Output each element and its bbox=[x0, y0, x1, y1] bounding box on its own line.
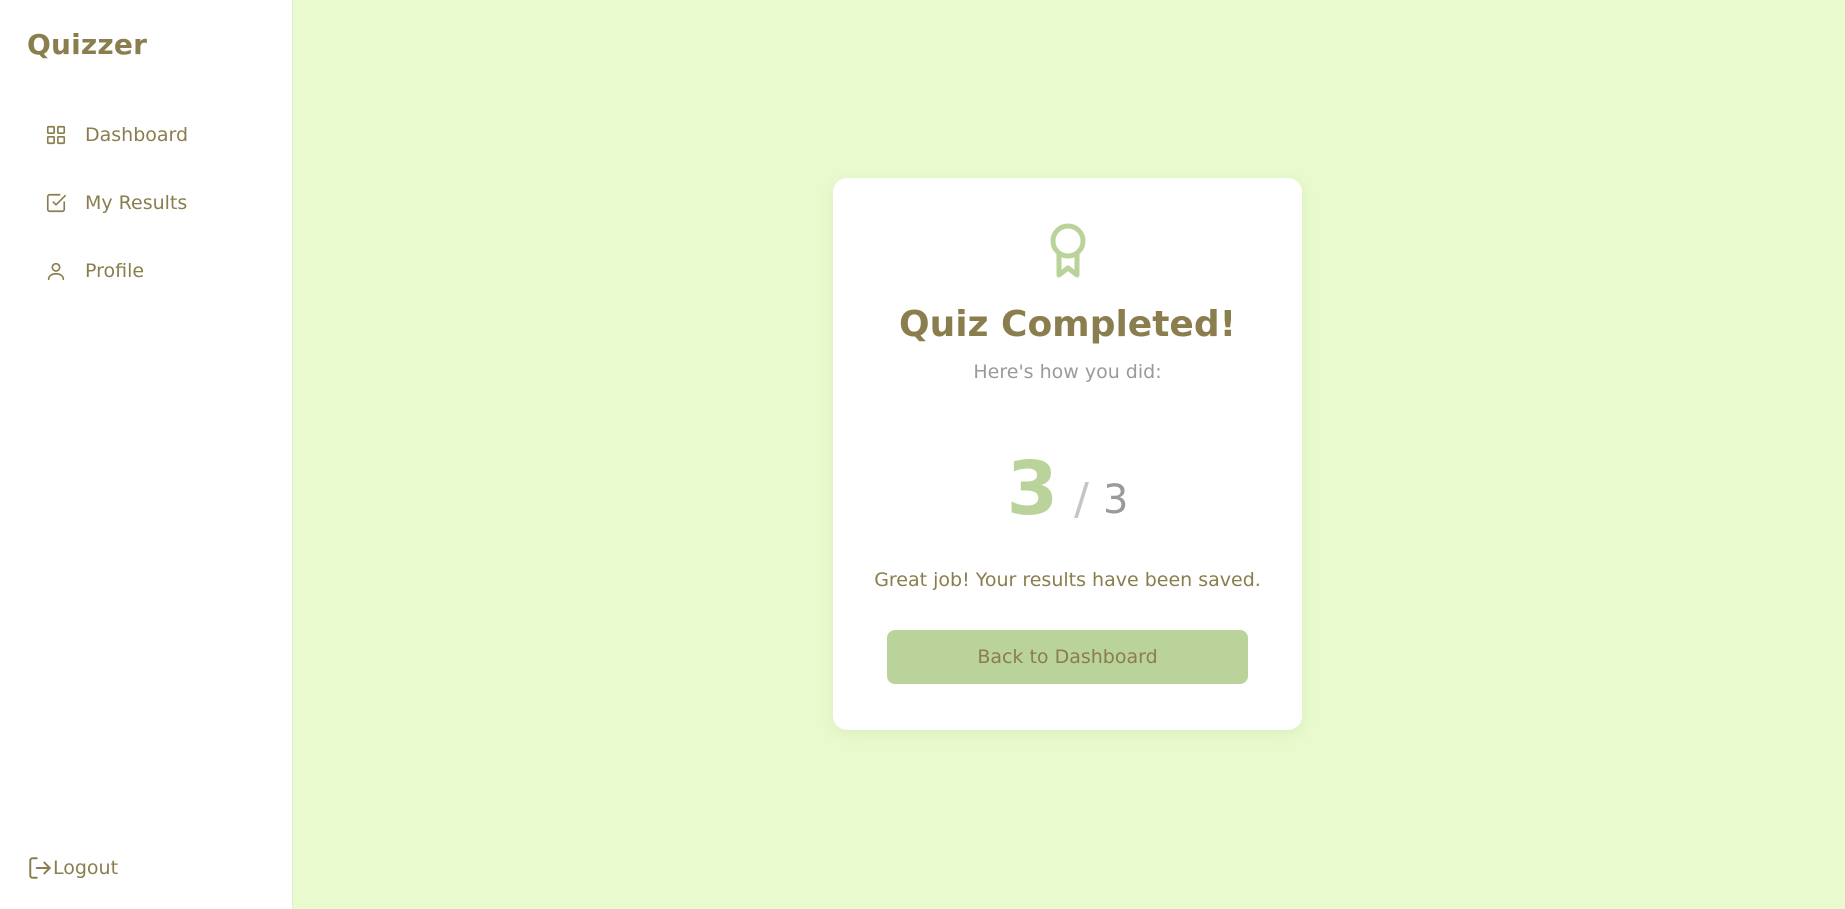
score-separator: / bbox=[1074, 474, 1089, 525]
sidebar-item-dashboard[interactable]: Dashboard bbox=[44, 119, 188, 151]
result-subtitle: Here's how you did: bbox=[973, 361, 1162, 383]
sidebar-item-label: Dashboard bbox=[85, 124, 189, 146]
sidebar-item-label: My Results bbox=[85, 192, 188, 214]
quiz-result-card: Quiz Completed! Here's how you did: 3 / … bbox=[833, 178, 1302, 730]
score-value: 3 bbox=[1006, 446, 1059, 532]
score-display: 3 / 3 bbox=[833, 436, 1302, 526]
app-brand: Quizzer bbox=[27, 28, 148, 61]
logout-label: Logout bbox=[53, 857, 119, 879]
back-to-dashboard-button[interactable]: Back to Dashboard bbox=[887, 630, 1248, 684]
grid-icon bbox=[44, 123, 68, 147]
sidebar: Quizzer Dashboard My Results Profile Log… bbox=[0, 0, 293, 909]
result-message: Great job! Your results have been saved. bbox=[874, 569, 1261, 591]
sidebar-item-my-results[interactable]: My Results bbox=[44, 187, 187, 219]
sidebar-item-profile[interactable]: Profile bbox=[44, 255, 144, 287]
result-title: Quiz Completed! bbox=[898, 304, 1237, 345]
logout-icon bbox=[27, 855, 53, 881]
user-icon bbox=[44, 259, 68, 283]
logout-button[interactable]: Logout bbox=[27, 852, 118, 884]
sidebar-item-label: Profile bbox=[85, 260, 145, 282]
award-icon bbox=[1040, 220, 1096, 280]
checkbox-icon bbox=[44, 191, 68, 215]
score-total: 3 bbox=[1102, 477, 1129, 523]
